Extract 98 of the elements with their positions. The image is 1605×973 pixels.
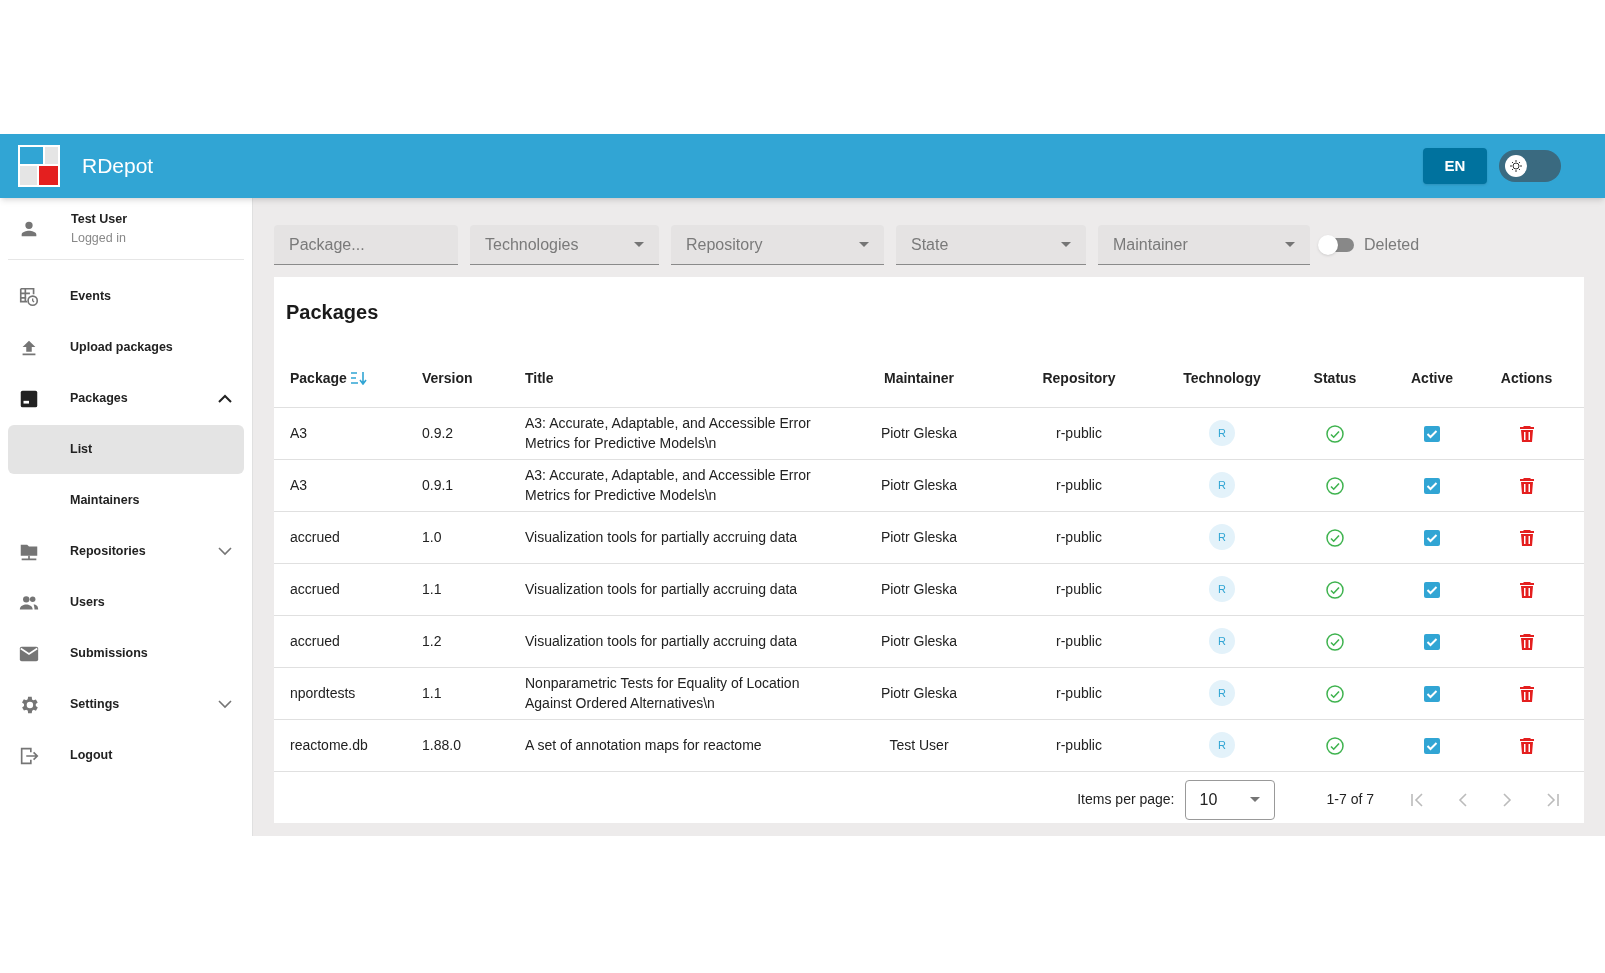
technology-badge: R <box>1209 472 1235 498</box>
sidebar-item[interactable]: Maintainers <box>8 476 244 525</box>
technology-badge: R <box>1209 524 1235 550</box>
active-checkbox[interactable] <box>1424 477 1440 494</box>
dropdown-arrow-icon <box>634 242 644 247</box>
delete-icon[interactable] <box>1519 737 1534 754</box>
table-cell: 1.0 <box>422 511 525 563</box>
active-checkbox[interactable] <box>1424 633 1440 650</box>
calendar-clock-icon <box>18 285 40 308</box>
table-cell: A3: Accurate, Adaptable, and Accessible Error Metrics for Predictive Models\n <box>525 459 849 511</box>
table-cell: Piotr Gleska <box>849 563 989 615</box>
dropdown-arrow-icon <box>1061 242 1071 247</box>
items-per-page-label: Items per page: <box>1077 790 1175 809</box>
column-header[interactable]: Version <box>422 351 525 407</box>
user-name: Test User <box>71 210 128 228</box>
sidebar-item[interactable]: Users <box>8 578 244 627</box>
table-cell: A set of annotation maps for reactome <box>525 719 849 771</box>
logo-icon <box>18 145 60 187</box>
active-checkbox[interactable] <box>1424 737 1440 754</box>
table-cell: r-public <box>989 459 1169 511</box>
column-header[interactable]: Status <box>1275 351 1395 407</box>
table-cell: npordtests <box>274 667 422 719</box>
table-cell: Nonparametric Tests for Equality of Location Against Ordered Alternatives\n <box>525 667 849 719</box>
dropdown-arrow-icon <box>859 242 869 247</box>
table-cell: r-public <box>989 511 1169 563</box>
delete-icon[interactable] <box>1519 529 1534 546</box>
technology-badge: R <box>1209 732 1235 758</box>
table-cell: r-public <box>989 719 1169 771</box>
column-header[interactable]: Technology <box>1169 351 1275 407</box>
table-cell: 0.9.2 <box>422 407 525 459</box>
sun-icon <box>1505 155 1527 177</box>
sidebar-item[interactable]: Upload packages <box>8 323 244 372</box>
active-checkbox[interactable] <box>1424 529 1440 546</box>
table-cell: r-public <box>989 615 1169 667</box>
table-cell: accrued <box>274 511 422 563</box>
sidebar-item[interactable]: Repositories <box>8 527 244 576</box>
active-checkbox[interactable] <box>1424 685 1440 702</box>
sidebar-item[interactable]: Logout <box>8 731 244 780</box>
table-cell: A3 <box>274 459 422 511</box>
theme-toggle[interactable] <box>1499 150 1561 182</box>
delete-icon[interactable] <box>1519 477 1534 494</box>
sidebar-item[interactable]: Submissions <box>8 629 244 678</box>
deleted-label: Deleted <box>1364 235 1420 255</box>
table-cell: A3 <box>274 407 422 459</box>
page-range: 1-7 of 7 <box>1326 790 1374 809</box>
table-cell: 1.1 <box>422 563 525 615</box>
sidebar-item[interactable]: Events <box>8 272 244 321</box>
technology-badge: R <box>1209 628 1235 654</box>
table-cell: Piotr Gleska <box>849 667 989 719</box>
table-cell: accrued <box>274 615 422 667</box>
dropdown-arrow-icon <box>1249 797 1260 802</box>
column-header[interactable]: Repository <box>989 351 1169 407</box>
expand-chevron-icon <box>218 700 232 709</box>
column-header[interactable]: Maintainer <box>849 351 989 407</box>
technology-badge: R <box>1209 420 1235 446</box>
table-cell: accrued <box>274 563 422 615</box>
delete-icon[interactable] <box>1519 425 1534 442</box>
table-cell: Test User <box>849 719 989 771</box>
search-field[interactable]: Package... <box>274 225 458 265</box>
sidebar-item[interactable]: List <box>8 425 244 474</box>
card-title: Packages <box>285 300 380 325</box>
table-cell: r-public <box>989 563 1169 615</box>
column-header[interactable]: Package <box>274 351 422 407</box>
active-checkbox[interactable] <box>1424 425 1440 442</box>
user-status: Logged in <box>71 229 127 247</box>
table-cell: Visualization tools for partially accruing data <box>525 563 849 615</box>
technology-badge: R <box>1209 576 1235 602</box>
app-title: RDepot <box>82 153 154 180</box>
table-cell: r-public <box>989 407 1169 459</box>
technology-badge: R <box>1209 680 1235 706</box>
delete-icon[interactable] <box>1519 581 1534 598</box>
table-cell: 1.1 <box>422 667 525 719</box>
delete-icon[interactable] <box>1519 633 1534 650</box>
expand-chevron-icon <box>218 547 232 556</box>
sidebar-item[interactable]: Settings <box>8 680 244 729</box>
column-header[interactable]: Active <box>1395 351 1469 407</box>
table-cell: r-public <box>989 667 1169 719</box>
collapse-chevron-icon <box>218 394 232 403</box>
table-cell: Piotr Gleska <box>849 615 989 667</box>
items-per-page-select[interactable]: 10 <box>1184 779 1275 820</box>
sidebar-item[interactable]: Packages <box>8 374 244 423</box>
language-button[interactable]: EN <box>1423 148 1487 184</box>
delete-icon[interactable] <box>1519 685 1534 702</box>
table-cell: Piotr Gleska <box>849 407 989 459</box>
table-cell: A3: Accurate, Adaptable, and Accessible Error Metrics for Predictive Models\n <box>525 407 849 459</box>
table-cell: Piotr Gleska <box>849 459 989 511</box>
table-cell: 0.9.1 <box>422 459 525 511</box>
table-cell: Piotr Gleska <box>849 511 989 563</box>
dropdown-arrow-icon <box>1285 242 1295 247</box>
deleted-toggle[interactable] <box>1318 235 1356 255</box>
table-cell: 1.2 <box>422 615 525 667</box>
table-cell: reactome.db <box>274 719 422 771</box>
column-header[interactable]: Actions <box>1469 351 1584 407</box>
table-cell: 1.88.0 <box>422 719 525 771</box>
table-cell: Visualization tools for partially accruing data <box>525 511 849 563</box>
column-header[interactable]: Title <box>525 351 849 407</box>
active-checkbox[interactable] <box>1424 581 1440 598</box>
table-cell: Visualization tools for partially accruing data <box>525 615 849 667</box>
